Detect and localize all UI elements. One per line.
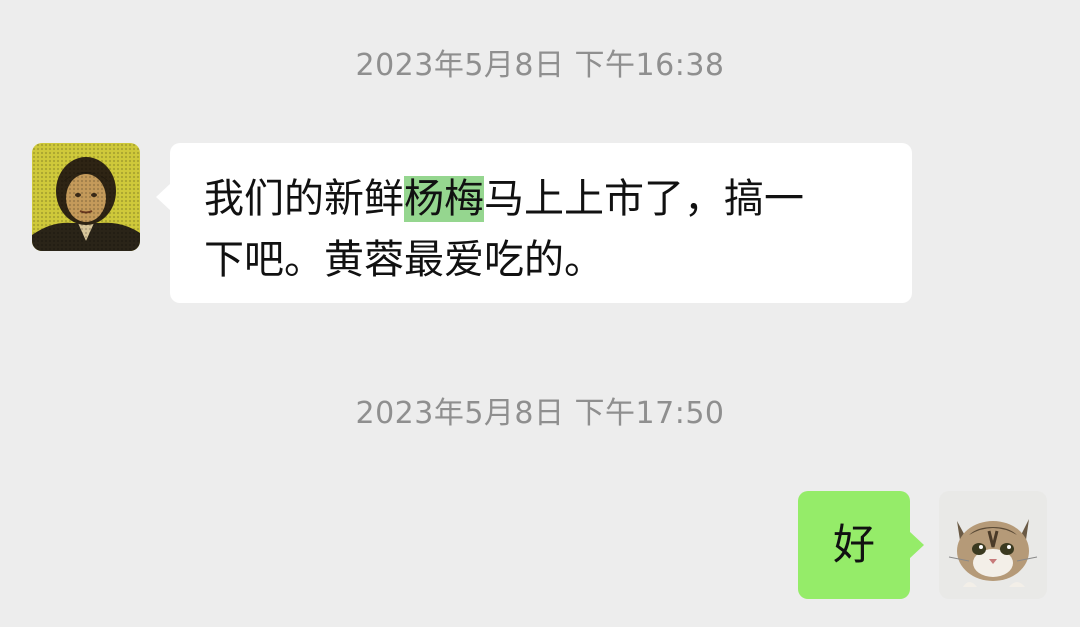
outgoing-message-bubble[interactable]: 好 — [798, 491, 924, 599]
message-text-before: 我们的新鲜 — [204, 176, 404, 222]
message-timestamp: 2023年5月8日 下午16:38 — [355, 48, 725, 83]
self-avatar-icon[interactable] — [939, 491, 1047, 599]
contact-avatar-icon[interactable] — [32, 143, 140, 251]
highlighted-keyword[interactable]: 杨梅 — [404, 176, 484, 222]
incoming-message-bubble[interactable]: 我们的新鲜杨梅马上上市了，搞一下吧。黄蓉最爱吃的。 — [156, 143, 912, 303]
message-text: 好 — [832, 520, 875, 569]
message-timestamp: 2023年5月8日 下午17:50 — [355, 396, 725, 431]
message-text-after: 马上上市了，搞一 — [484, 176, 804, 222]
message-text-line2: 下吧。黄蓉最爱吃的。 — [204, 237, 604, 283]
